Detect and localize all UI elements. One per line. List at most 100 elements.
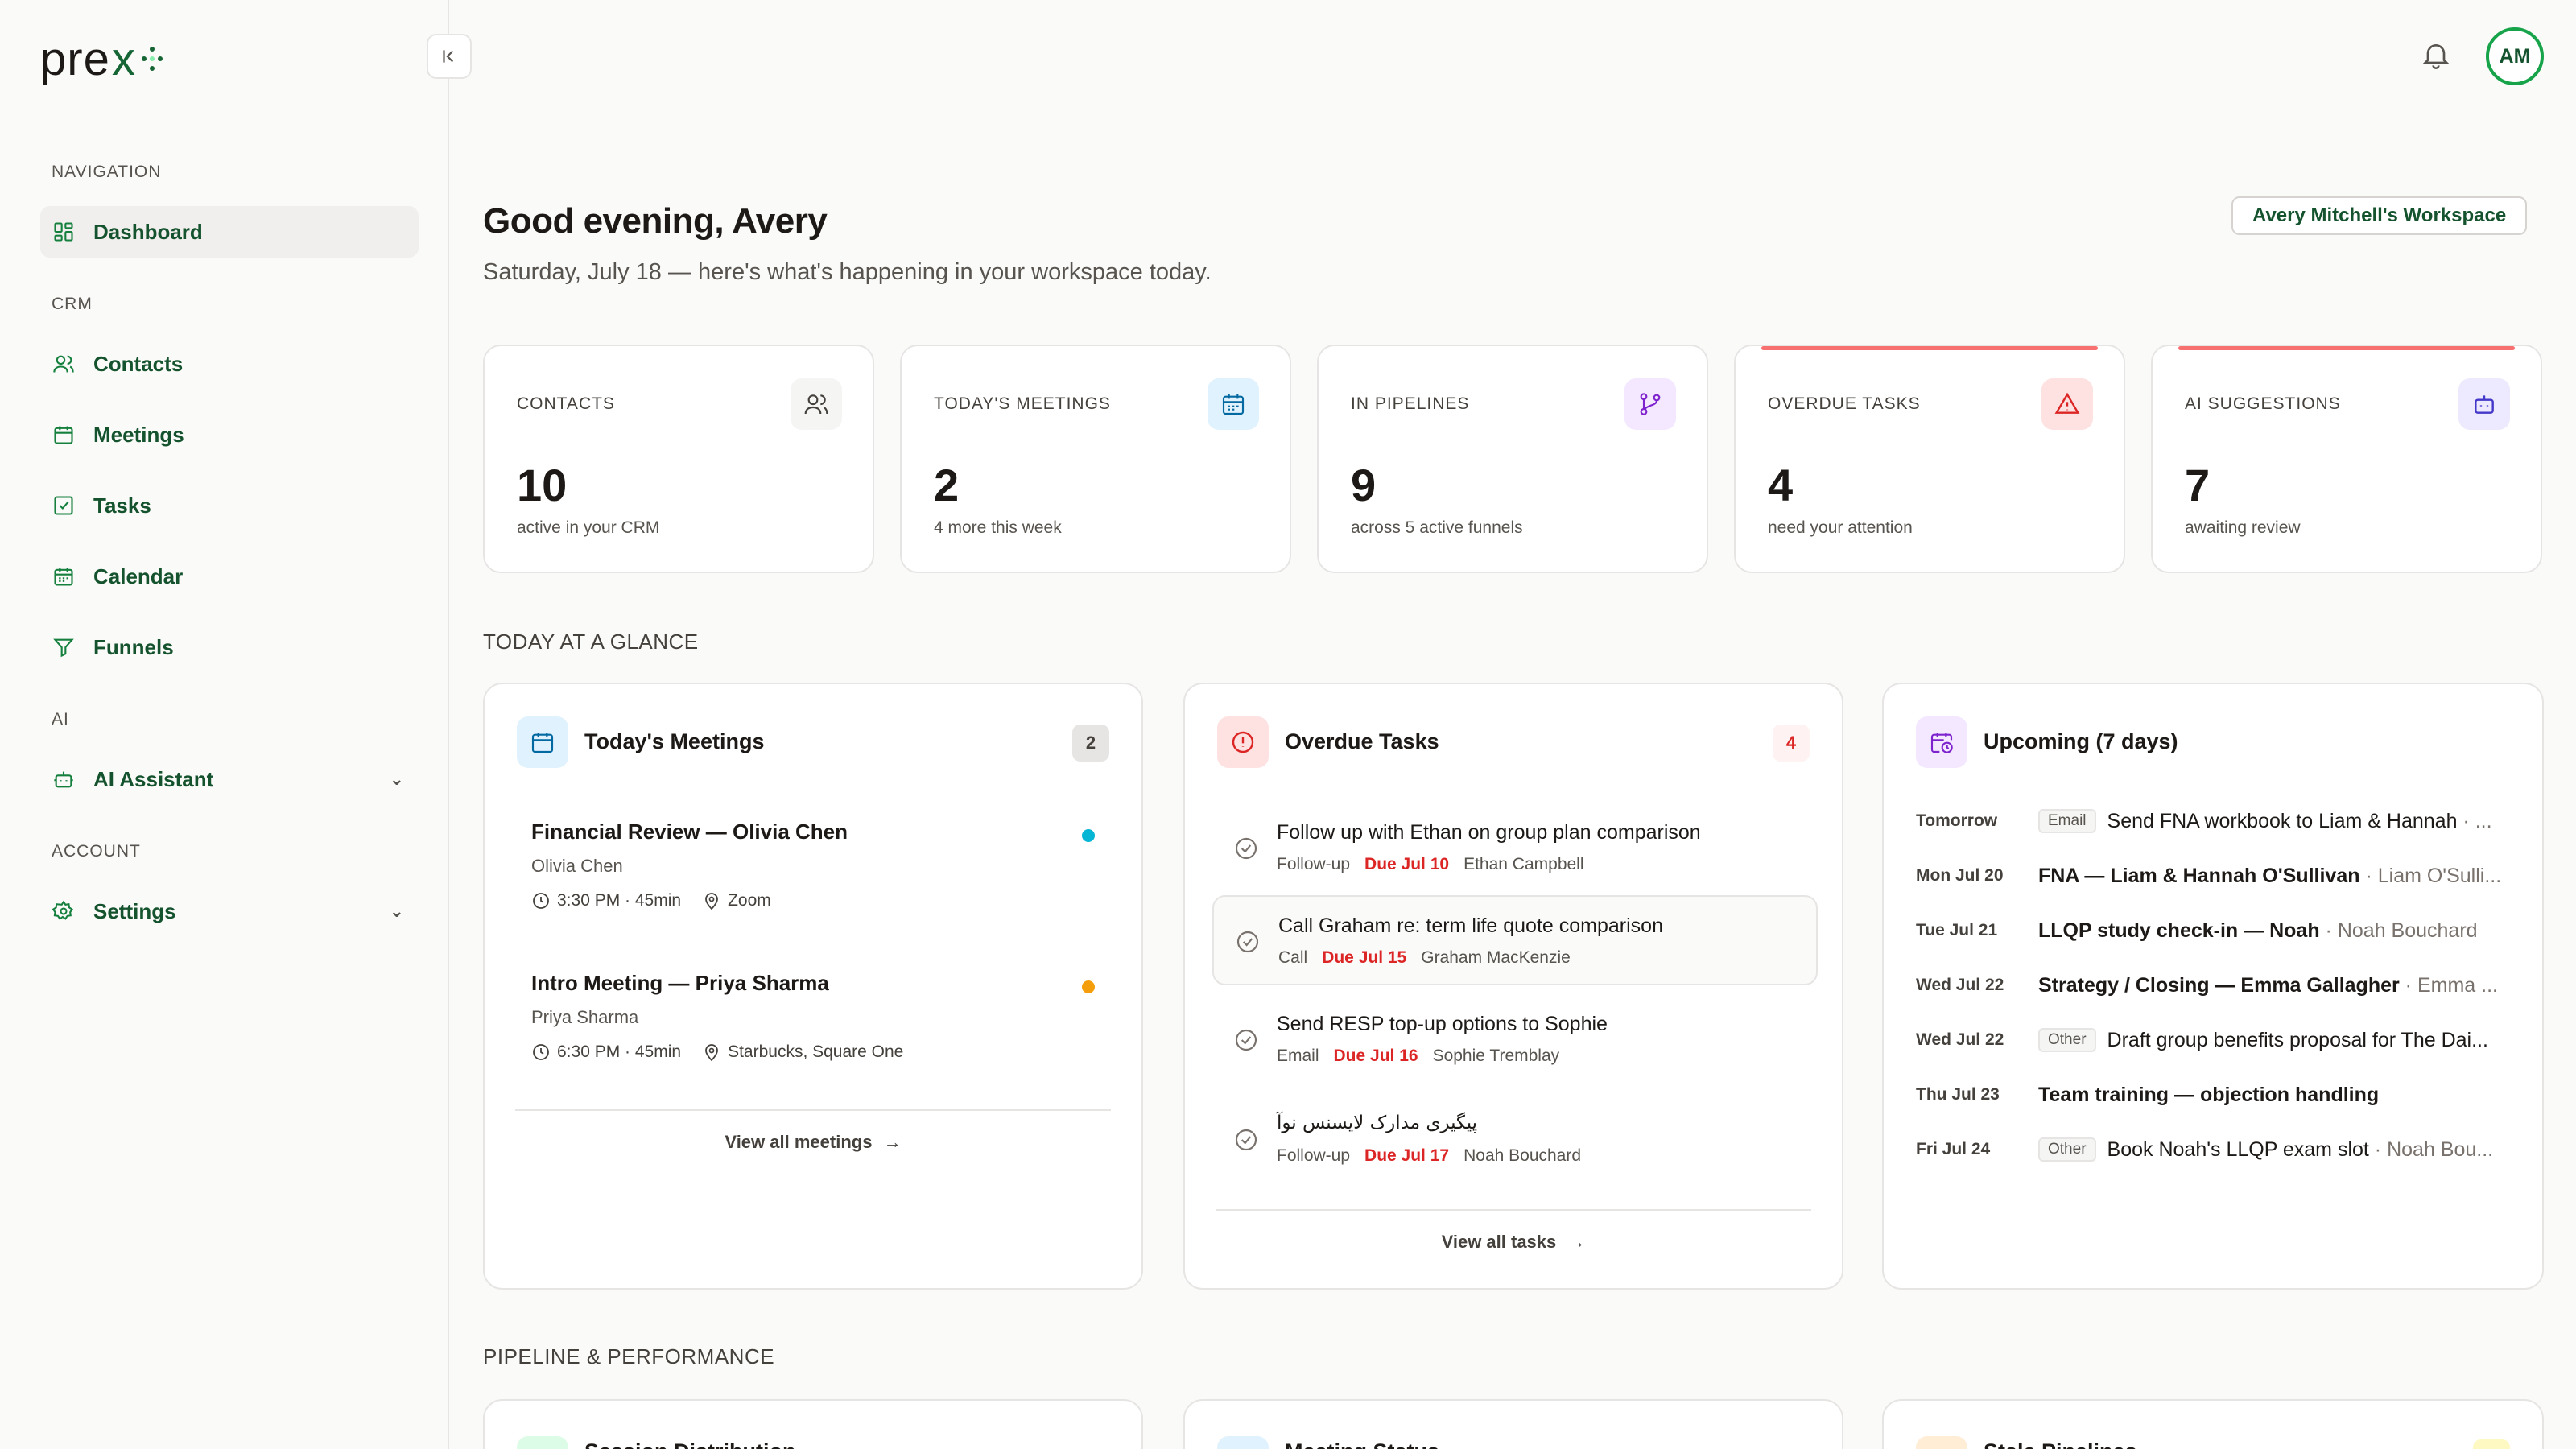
task-person: Graham MacKenzie [1421, 948, 1571, 967]
type-badge: Email [2038, 809, 2096, 833]
task-meta: Email Due Jul 16 Sophie Tremblay [1277, 1046, 1559, 1066]
dashboard-icon [52, 220, 76, 244]
type-badge: Other [2038, 1028, 2096, 1052]
meeting-item[interactable]: Financial Review — Olivia Chen Olivia Ch… [531, 819, 1095, 910]
stat-description: active in your CRM [517, 518, 660, 537]
stat-value: 7 [2185, 460, 2211, 510]
upcoming-item[interactable]: Tue Jul 21 LLQP study check-in — Noah · … [1916, 914, 2512, 947]
count-badge [2473, 1439, 2510, 1449]
task-row[interactable]: پیگیری مدارک لایسنس نوآ Follow-up Due Ju… [1212, 1095, 1818, 1185]
task-person: Sophie Tremblay [1432, 1046, 1560, 1065]
sidebar-item-tasks[interactable]: Tasks [40, 480, 419, 531]
stat-label: OVERDUE TASKS [1768, 394, 1921, 413]
stat-value: 4 [1768, 460, 1794, 510]
sidebar-item-meetings[interactable]: Meetings [40, 409, 419, 460]
meeting-count-badge: 2 [1072, 724, 1109, 762]
upcoming-item[interactable]: Fri Jul 24 Other Book Noah's LLQP exam s… [1916, 1133, 2512, 1166]
clock-icon [533, 1044, 549, 1060]
workspace-switcher-button[interactable]: Avery Mitchell's Workspace [2231, 196, 2528, 235]
calendar-icon [52, 423, 76, 447]
stale-pipelines-card: Stale Pipelines [1882, 1399, 2544, 1449]
sidebar-item-funnels[interactable]: Funnels [40, 621, 419, 673]
check-circle-icon[interactable] [1233, 1127, 1259, 1153]
upcoming-text: Draft group benefits proposal for The Da… [2107, 1029, 2488, 1052]
upcoming-person: · ... [2457, 809, 2492, 832]
stat-label: TODAY'S MEETINGS [934, 394, 1111, 413]
upcoming-item[interactable]: Mon Jul 20 FNA — Liam & Hannah O'Sulliva… [1916, 860, 2512, 892]
upcoming-text: Strategy / Closing — Emma Gallagher · Em… [2038, 974, 2498, 997]
stat-description: 4 more this week [934, 518, 1062, 537]
meeting-title: Financial Review — Olivia Chen [531, 819, 848, 844]
check-circle-icon[interactable] [1233, 1027, 1259, 1053]
gear-icon [52, 899, 76, 923]
sidebar-item-label: Contacts [93, 351, 184, 376]
bot-icon [2458, 378, 2510, 430]
stat-card-contacts[interactable]: CONTACTS 10 active in your CRM [483, 345, 874, 573]
divider [1216, 1209, 1811, 1211]
check-circle-icon[interactable] [1233, 836, 1259, 861]
upcoming-text: Send FNA workbook to Liam & Hannah · ... [2107, 810, 2492, 833]
sidebar-item-contacts[interactable]: Contacts [40, 338, 419, 390]
collapse-sidebar-button[interactable] [427, 34, 472, 79]
sidebar-item-settings[interactable]: Settings ⌄ [40, 886, 419, 937]
notifications-bell-icon[interactable] [2420, 39, 2455, 74]
sidebar-item-calendar[interactable]: Calendar [40, 551, 419, 602]
upcoming-item[interactable]: Thu Jul 23 Team training — objection han… [1916, 1079, 2512, 1111]
brand-mark: x [111, 33, 135, 85]
users-icon [52, 352, 76, 376]
meeting-meta: 6:30 PM · 45min Starbucks, Square One [531, 1042, 1095, 1062]
stat-card-ai-suggestions[interactable]: AI SUGGESTIONS 7 awaiting review [2151, 345, 2542, 573]
stat-card-in-pipelines[interactable]: IN PIPELINES 9 across 5 active funnels [1317, 345, 1708, 573]
view-all-tasks-link[interactable]: View all tasks → [1185, 1232, 1842, 1253]
task-title: Call Graham re: term life quote comparis… [1278, 914, 1663, 937]
task-row[interactable]: Send RESP top-up options to Sophie Email… [1212, 995, 1818, 1085]
task-row[interactable]: Follow up with Ethan on group plan compa… [1212, 803, 1818, 894]
upcoming-item[interactable]: Wed Jul 22 Other Draft group benefits pr… [1916, 1024, 2512, 1056]
session-distribution-card: Session Distribution [483, 1399, 1143, 1449]
task-title: Send RESP top-up options to Sophie [1277, 1013, 1608, 1035]
avatar[interactable]: AM [2486, 27, 2544, 85]
sidebar-item-ai-assistant[interactable]: AI Assistant ⌄ [40, 753, 419, 805]
meeting-person: Priya Sharma [531, 1007, 639, 1027]
upcoming-date: Thu Jul 23 [1916, 1085, 2000, 1104]
task-row[interactable]: Call Graham re: term life quote comparis… [1212, 895, 1818, 985]
upcoming-panel: Upcoming (7 days) Tomorrow Email Send FN… [1882, 683, 2544, 1290]
view-all-meetings-link[interactable]: View all meetings → [485, 1132, 1141, 1153]
meeting-item[interactable]: Intro Meeting — Priya Sharma Priya Sharm… [531, 971, 1095, 1062]
overdue-count-badge: 4 [1773, 724, 1810, 762]
sidebar-item-label: Tasks [93, 493, 151, 518]
meeting-title: Intro Meeting — Priya Sharma [531, 971, 829, 995]
brand-logo[interactable]: pre x [40, 32, 164, 86]
upcoming-text: Book Noah's LLQP exam slot · Noah Bou... [2107, 1138, 2494, 1162]
upcoming-title: FNA — Liam & Hannah O'Sullivan [2038, 864, 2360, 887]
upcoming-title: Team training — objection handling [2038, 1083, 2380, 1106]
stat-value: 10 [517, 460, 568, 510]
task-person: Noah Bouchard [1463, 1146, 1582, 1165]
task-meta: Call Due Jul 15 Graham MacKenzie [1278, 948, 1571, 968]
upcoming-item[interactable]: Tomorrow Email Send FNA workbook to Liam… [1916, 805, 2512, 837]
chevron-down-icon[interactable]: ⌄ [390, 901, 404, 922]
nav-section-crm: CRM [52, 295, 93, 313]
status-dot [1082, 980, 1095, 993]
sidebar-item-dashboard[interactable]: Dashboard [40, 206, 419, 258]
stat-card-overdue-tasks[interactable]: OVERDUE TASKS 4 need your attention [1734, 345, 2125, 573]
card-title: Stale Pipelines [1984, 1439, 2137, 1449]
section-heading-glance: TODAY AT A GLANCE [483, 630, 699, 654]
stat-card-todays-meetings[interactable]: TODAY'S MEETINGS 2 4 more this week [900, 345, 1291, 573]
upcoming-title: Book Noah's LLQP exam slot [2107, 1137, 2369, 1161]
git-branch-icon [1624, 378, 1676, 430]
chevron-down-icon[interactable]: ⌄ [390, 769, 404, 790]
warning-icon [2041, 378, 2093, 430]
upcoming-item[interactable]: Wed Jul 22 Strategy / Closing — Emma Gal… [1916, 969, 2512, 1001]
calendar-icon [517, 716, 568, 768]
task-due: Due Jul 15 [1322, 948, 1407, 967]
task-person: Ethan Campbell [1463, 855, 1584, 873]
upcoming-text: Team training — objection handling [2038, 1084, 2379, 1107]
meeting-location: Zoom [728, 891, 771, 910]
task-type: Follow-up [1277, 1146, 1351, 1165]
task-title: Follow up with Ethan on group plan compa… [1277, 821, 1701, 844]
check-circle-icon[interactable] [1235, 929, 1261, 955]
upcoming-date: Tue Jul 21 [1916, 921, 1998, 939]
card-title: Meeting Status [1285, 1439, 1439, 1449]
upcoming-title: Send FNA workbook to Liam & Hannah [2107, 809, 2458, 832]
